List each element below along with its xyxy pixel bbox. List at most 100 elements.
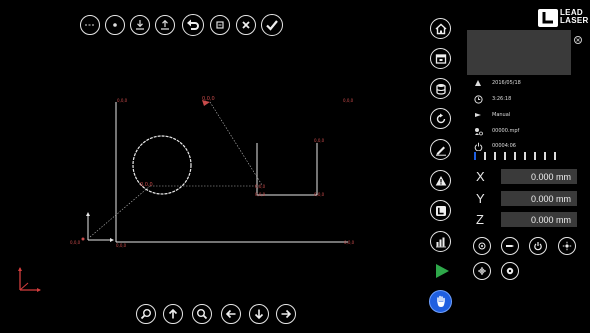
- arrow-down-icon: [254, 309, 264, 320]
- upload-icon: [161, 19, 169, 30]
- mode-icon: [474, 110, 486, 120]
- chart-icon: [435, 237, 446, 247]
- arrow-down-button[interactable]: [249, 304, 269, 324]
- dashed-circle-icon: [85, 24, 95, 26]
- zoom-out-button[interactable]: [192, 304, 212, 324]
- program-icon: [474, 126, 486, 136]
- calendar-icon: [474, 78, 486, 88]
- logo-icon: [435, 205, 446, 216]
- edit-icon: [435, 146, 446, 156]
- check-button[interactable]: [261, 14, 283, 36]
- axis-y-label: Y: [476, 191, 485, 206]
- warning-icon: [435, 175, 446, 185]
- upload-button[interactable]: [155, 15, 175, 35]
- gas-icon: [478, 242, 486, 250]
- info-date-row: 2016/05/18: [474, 77, 521, 89]
- power-button[interactable]: [529, 237, 547, 255]
- brand-logo-icon: [538, 9, 558, 27]
- zoom-in-icon: [140, 309, 151, 320]
- close-icon: [576, 38, 580, 42]
- coord-label: 0,0,0: [202, 96, 215, 102]
- hand-button[interactable]: [429, 290, 452, 313]
- coord-label: 0,0,0: [117, 98, 128, 103]
- hand-icon: [436, 295, 445, 307]
- target-button[interactable]: [501, 262, 519, 280]
- info-time: 3:26:18: [492, 96, 512, 102]
- check-icon: [266, 20, 278, 31]
- info-date: 2016/05/18: [492, 80, 521, 86]
- axis-x-value: 0.000 mm: [501, 169, 577, 184]
- close-icon: [242, 21, 250, 29]
- arrow-right-icon: [281, 309, 292, 319]
- warning-button[interactable]: [430, 170, 451, 191]
- coord-label: 0,0,0: [314, 138, 325, 143]
- axis-z-label: Z: [476, 212, 484, 227]
- coord-label: 0,0,0: [255, 184, 266, 189]
- coord-label: 0,0,0: [116, 243, 127, 248]
- coord-label: 0,0,0: [344, 240, 355, 245]
- crosshair-icon: [478, 267, 486, 275]
- info-program-row: 00000.mpf: [474, 125, 519, 137]
- play-button[interactable]: [434, 263, 450, 279]
- brand-line2: LASER: [560, 16, 589, 25]
- dashed-circle-button[interactable]: [80, 15, 100, 35]
- axis-z-value: 0.000 mm: [501, 212, 577, 227]
- dot-circle-icon: [113, 23, 117, 27]
- window-icon: [435, 53, 446, 64]
- zoom-in-button[interactable]: [136, 304, 156, 324]
- light-button[interactable]: [558, 237, 576, 255]
- axis-x-label: X: [476, 169, 485, 184]
- laser-head-icon: [506, 245, 514, 247]
- target-icon: [506, 267, 514, 275]
- stop-icon: [216, 21, 224, 29]
- gas-button[interactable]: [473, 237, 491, 255]
- refresh-button[interactable]: [430, 108, 451, 129]
- preview-close-button[interactable]: [574, 36, 582, 44]
- arrow-left-button[interactable]: [221, 304, 241, 324]
- refresh-icon: [436, 113, 445, 123]
- edit-button[interactable]: [430, 139, 451, 160]
- dot-circle-button[interactable]: [105, 15, 125, 35]
- axis-indicator-icon: [18, 267, 41, 292]
- coord-label: 0,0,0: [314, 192, 325, 197]
- arrow-left-icon: [225, 309, 236, 319]
- info-program: 00000.mpf: [492, 128, 520, 134]
- chart-button[interactable]: [430, 231, 451, 252]
- power-icon: [534, 242, 542, 251]
- database-icon: [435, 83, 446, 95]
- coord-label: 0,0,0: [255, 192, 266, 197]
- undo-button[interactable]: [182, 14, 204, 36]
- logo-button[interactable]: [430, 200, 451, 221]
- stop-button[interactable]: [210, 15, 230, 35]
- home-button[interactable]: [430, 18, 451, 39]
- arrow-right-button[interactable]: [276, 304, 296, 324]
- drawing-canvas[interactable]: 0,0,0 0,0,0 0,0,0 0,0,0 0,0,0 0,0,0 0,0,…: [0, 40, 420, 300]
- coord-label: 0,0,0: [70, 240, 81, 245]
- toolpath-drawing: [81, 100, 348, 243]
- brand-name: LEAD LASER: [560, 9, 589, 25]
- window-button[interactable]: [430, 48, 451, 69]
- download-icon: [136, 20, 144, 30]
- info-time-row: 3:26:18: [474, 93, 511, 105]
- coord-label: 0,0,0: [140, 182, 153, 188]
- axis-y-value: 0.000 mm: [501, 191, 577, 206]
- progress-ticks: [474, 152, 556, 160]
- download-button[interactable]: [130, 15, 150, 35]
- info-state: 00004:06: [492, 143, 516, 149]
- clock-icon: [474, 94, 486, 104]
- zoom-out-icon: [197, 309, 208, 320]
- close-button[interactable]: [236, 15, 256, 35]
- database-button[interactable]: [430, 78, 451, 99]
- arrow-up-icon: [168, 308, 178, 319]
- arrow-up-button[interactable]: [163, 304, 183, 324]
- undo-icon: [187, 19, 199, 30]
- power-icon: [474, 141, 486, 151]
- light-icon: [562, 241, 572, 251]
- info-mode: Manual: [492, 112, 511, 118]
- coord-label: 0,0,0: [343, 98, 354, 103]
- laser-head-button[interactable]: [501, 237, 519, 255]
- home-icon: [435, 23, 446, 34]
- preview-panel: [467, 30, 571, 75]
- crosshair-button[interactable]: [473, 262, 491, 280]
- play-icon: [436, 264, 449, 278]
